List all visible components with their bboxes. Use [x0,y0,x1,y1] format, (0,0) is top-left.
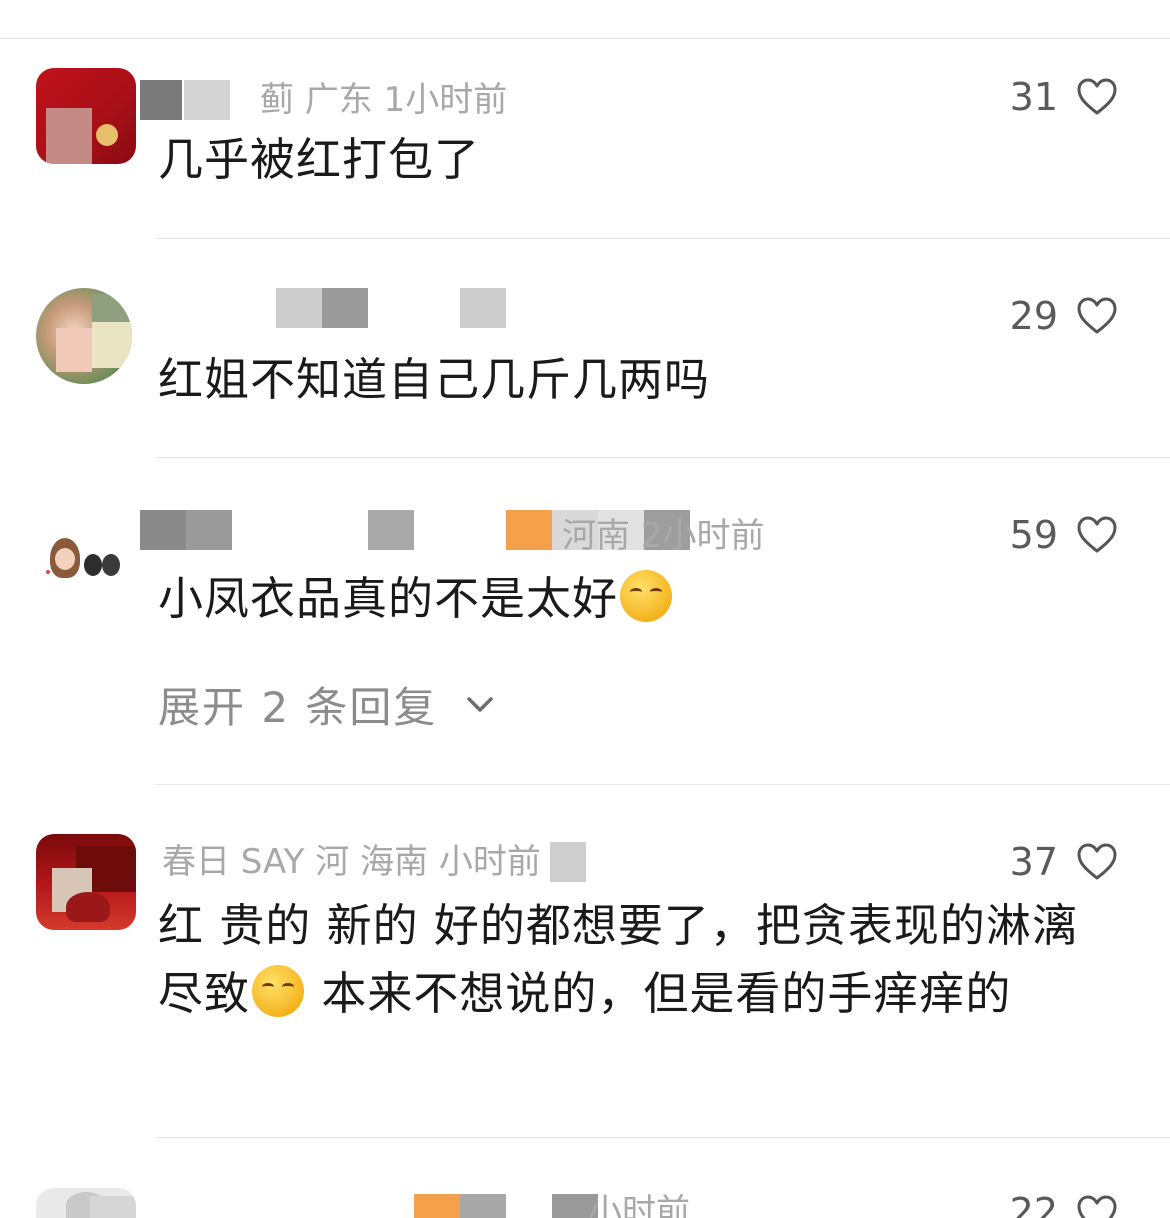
like-button[interactable]: 31 [1010,72,1118,122]
avatar[interactable] [36,68,136,164]
comment-meta: 春日 SAY 河 海南 小时前 [140,838,740,886]
heart-outline-icon [1077,843,1117,880]
comment-text: 几乎被红打包了 [158,133,481,186]
face-palm-emoji-icon [620,570,673,622]
divider [155,784,1170,785]
comment-meta: 蓟 广东 1小时前 [140,76,740,124]
like-count: 29 [1009,294,1058,338]
divider [155,238,1170,239]
like-count: 59 [1009,513,1058,557]
heart-outline-icon [1077,1195,1117,1218]
comment-text: 小凤衣品真的不是太好 [158,565,1118,633]
avatar[interactable] [36,508,132,604]
like-count: 37 [1009,840,1058,884]
heart-outline-icon [1077,78,1117,115]
like-button[interactable]: 22 [1010,1192,1118,1218]
comment-text-content: 本来不想说的，但是看的手痒痒的 [306,967,1012,1020]
avatar[interactable] [36,288,132,384]
comment-meta-text: 小时前 [588,1192,690,1218]
avatar[interactable] [36,834,136,930]
comment-meta-text: 河南 2小时前 [562,516,765,554]
comment-meta [140,284,740,332]
comment-meta-text: 春日 SAY 河 海南 小时前 [162,842,541,882]
avatar[interactable] [36,1188,136,1218]
chevron-down-icon [467,696,494,712]
top-divider [0,38,1170,39]
comment-meta-text: 蓟 广东 1小时前 [260,80,508,120]
like-button[interactable]: 29 [1010,291,1118,341]
like-button[interactable]: 37 [1010,837,1118,887]
divider [155,1137,1170,1138]
divider [155,457,1170,458]
heart-outline-icon [1077,297,1117,334]
like-count: 22 [1009,1192,1058,1218]
expand-replies-button[interactable]: 展开 2 条回复 [158,674,495,735]
comment-meta: 河南 2小时前 [140,506,800,554]
comment-meta: 小时前 [140,1192,740,1218]
expand-replies-label: 展开 2 条回复 [158,683,438,732]
like-count: 31 [1009,75,1058,119]
comment-text: 红姐不知道自己几斤几两吗 [158,353,711,406]
heart-outline-icon [1077,516,1117,553]
comment-text-content: 小凤衣品真的不是太好 [158,572,619,625]
like-button[interactable]: 59 [1010,510,1118,560]
face-palm-emoji-icon [252,965,305,1017]
comment-text: 红 贵的 新的 好的都想要了，把贪表现的淋漓尽致 本来不想说的，但是看的手痒痒的 [158,892,1098,1028]
